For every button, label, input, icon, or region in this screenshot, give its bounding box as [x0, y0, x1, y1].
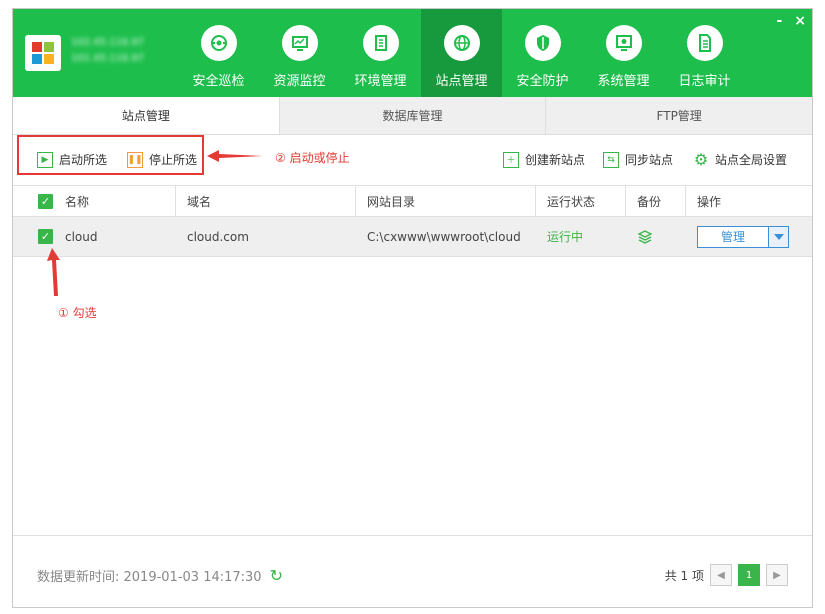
nav-label: 站点管理: [435, 74, 488, 89]
site-status: 运行中: [547, 230, 584, 244]
tab-site-management[interactable]: 站点管理: [13, 97, 279, 134]
select-all-checkbox[interactable]: ✓: [38, 186, 53, 216]
header-actions: 操作: [697, 194, 722, 209]
app-logo: [25, 35, 61, 71]
nav-label: 系统管理: [597, 74, 650, 89]
table-row[interactable]: ✓ cloud cloud.com C:\cxwww\wwwroot\cloud…: [13, 217, 812, 257]
nav-label: 安全防护: [516, 74, 569, 89]
prev-page-button[interactable]: ◀: [710, 564, 732, 586]
header-status: 运行状态: [547, 194, 596, 209]
header-directory: 网站目录: [367, 194, 416, 209]
nav-label: 资源监控: [273, 74, 326, 89]
minimize-button[interactable]: -: [776, 13, 782, 29]
tab-bar: 站点管理 数据库管理 FTP管理: [13, 97, 812, 135]
manage-button[interactable]: 管理: [698, 226, 768, 247]
global-settings-label: 站点全局设置: [715, 153, 788, 167]
sync-sites-label: 同步站点: [625, 153, 674, 167]
annotation-step2: ② 启动或停止: [275, 151, 350, 165]
create-site-button[interactable]: ＋ 创建新站点: [503, 151, 585, 168]
check-icon: ✓: [38, 193, 53, 209]
table-header: ✓ 名称 域名 网站目录 运行状态 备份 操作: [13, 185, 812, 217]
header-name: 名称: [65, 194, 90, 209]
pagination: 共 1 项 ◀ 1 ▶: [665, 564, 788, 586]
nav-item-inspection[interactable]: 安全巡检: [178, 9, 259, 97]
total-count: 共 1 项: [664, 568, 704, 583]
shield-icon: [524, 25, 561, 61]
update-info: 数据更新时间: 2019-01-03 14:17:30 ↻: [37, 566, 283, 585]
window-controls: - ×: [776, 13, 806, 29]
manage-dropdown: 管理: [697, 217, 789, 256]
app-window: 102.45.116.97 101.45.116.97 安全巡检 资源监控 环境…: [12, 8, 813, 608]
main-nav: 安全巡检 资源监控 环境管理 站点管理 安全防护 系统管理 日志审计: [178, 9, 745, 97]
manage-dropdown-toggle[interactable]: [768, 226, 788, 247]
create-site-label: 创建新站点: [525, 153, 586, 167]
server-info: 102.45.116.97 101.45.116.97: [71, 35, 144, 67]
annotation-highlight-box: [17, 135, 204, 175]
chevron-down-icon: [773, 233, 784, 240]
header-bar: 102.45.116.97 101.45.116.97 安全巡检 资源监控 环境…: [13, 9, 812, 97]
nav-label: 安全巡检: [192, 74, 245, 89]
annotation-arrow-left: [207, 150, 263, 162]
close-button[interactable]: ×: [794, 13, 806, 29]
layers-icon: [637, 229, 653, 244]
server-stack-icon: [362, 25, 399, 61]
next-page-button[interactable]: ▶: [766, 564, 788, 586]
nav-item-resource-monitor[interactable]: 资源监控: [259, 9, 340, 97]
globe-icon: [443, 25, 480, 61]
nav-item-environment[interactable]: 环境管理: [340, 9, 421, 97]
plus-icon: ＋: [503, 151, 519, 168]
header-backup: 备份: [637, 194, 662, 209]
nav-item-site-management[interactable]: 站点管理: [421, 9, 502, 97]
monitor-chart-icon: [281, 25, 318, 61]
site-domain: cloud.com: [187, 229, 249, 244]
site-name: cloud: [65, 229, 98, 244]
nav-item-log-audit[interactable]: 日志审计: [664, 9, 745, 97]
check-icon: ✓: [38, 229, 53, 244]
site-directory: C:\cxwww\wwwroot\cloud: [367, 229, 521, 244]
tab-database-management[interactable]: 数据库管理: [278, 97, 546, 134]
server-line: 102.45.116.97: [71, 37, 145, 48]
document-icon: [686, 25, 723, 61]
gear-icon: ⚙: [693, 150, 709, 169]
sync-sites-button[interactable]: ⇆ 同步站点: [603, 151, 673, 168]
header-domain: 域名: [187, 194, 212, 209]
annotation-step1: ① 勾选: [58, 306, 97, 320]
tab-ftp-management[interactable]: FTP管理: [545, 97, 812, 134]
current-page[interactable]: 1: [738, 564, 760, 586]
shield-scan-icon: [200, 25, 237, 61]
nav-label: 日志审计: [678, 74, 731, 89]
server-line: 101.45.116.97: [71, 53, 145, 64]
nav-label: 环境管理: [354, 74, 407, 89]
nav-item-security[interactable]: 安全防护: [502, 9, 583, 97]
annotation-arrow-up: [47, 248, 60, 296]
backup-button[interactable]: [637, 217, 653, 256]
sync-icon: ⇆: [603, 151, 619, 168]
update-time: 数据更新时间: 2019-01-03 14:17:30: [37, 570, 262, 585]
status-footer: 数据更新时间: 2019-01-03 14:17:30 ↻ 共 1 项 ◀ 1 …: [13, 535, 812, 607]
global-settings-button[interactable]: ⚙ 站点全局设置: [693, 150, 788, 169]
nav-item-system[interactable]: 系统管理: [583, 9, 664, 97]
gear-screen-icon: [605, 25, 642, 61]
refresh-icon[interactable]: ↻: [270, 566, 283, 585]
